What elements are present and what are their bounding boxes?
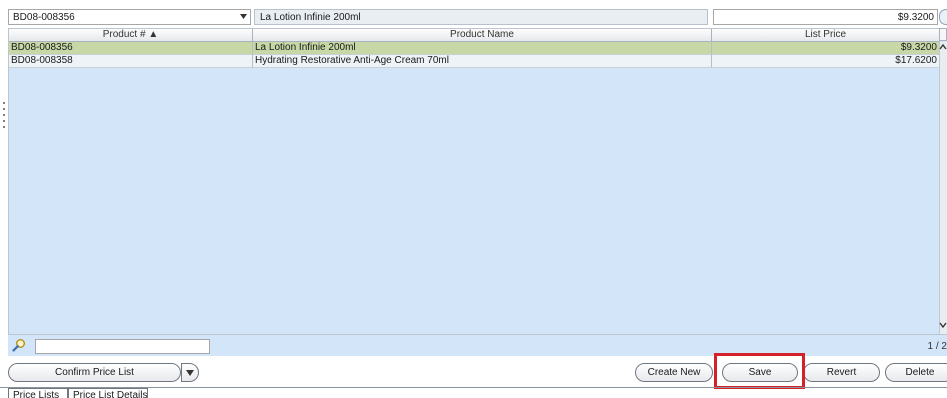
revert-button[interactable]: Revert: [803, 363, 880, 382]
cell-product-name: Hydrating Restorative Anti-Age Cream 70m…: [253, 55, 712, 68]
create-new-button[interactable]: Create New: [635, 363, 713, 382]
tab-price-list-details[interactable]: Price List Details: [68, 388, 148, 398]
cell-product-number: BD08-008358: [9, 55, 253, 68]
scroll-down-icon[interactable]: [939, 320, 947, 330]
column-header-list-price[interactable]: List Price: [712, 29, 940, 42]
price-list-details-grid: Product # ▲ Product Name List Price BD08…: [8, 28, 947, 334]
chevron-down-icon[interactable]: [240, 14, 247, 19]
record-counter: 1 / 2: [927, 341, 947, 352]
chevron-down-icon: [186, 370, 194, 376]
list-price-field[interactable]: $9.3200: [713, 9, 938, 25]
column-chooser-button[interactable]: [939, 28, 947, 41]
column-header-product-number[interactable]: Product # ▲: [9, 29, 253, 42]
product-combobox-value: BD08-008356: [13, 12, 75, 23]
calculator-button[interactable]: [939, 9, 947, 25]
product-name-field[interactable]: La Lotion Infinie 200ml: [254, 9, 708, 25]
confirm-price-list-menu-button[interactable]: [181, 363, 199, 382]
scroll-up-icon[interactable]: [939, 42, 947, 52]
table-row[interactable]: BD08-008356 La Lotion Infinie 200ml $9.3…: [9, 42, 940, 55]
cell-product-name: La Lotion Infinie 200ml: [253, 42, 712, 55]
find-input[interactable]: [35, 339, 210, 354]
vertical-scrollbar[interactable]: [939, 42, 947, 334]
table-row[interactable]: BD08-008358 Hydrating Restorative Anti-A…: [9, 55, 940, 68]
cell-product-number: BD08-008356: [9, 42, 253, 55]
search-icon[interactable]: [12, 338, 26, 352]
delete-button[interactable]: Delete: [885, 363, 947, 382]
save-highlight-box: [714, 353, 805, 389]
tab-price-lists[interactable]: Price Lists: [8, 388, 68, 398]
splitter-grip-icon[interactable]: [1, 100, 7, 130]
product-combobox[interactable]: BD08-008356: [8, 9, 251, 25]
column-header-product-name[interactable]: Product Name: [253, 29, 712, 42]
confirm-price-list-button[interactable]: Confirm Price List: [8, 363, 181, 382]
cell-list-price: $17.6200: [712, 55, 940, 68]
cell-list-price: $9.3200: [712, 42, 940, 55]
